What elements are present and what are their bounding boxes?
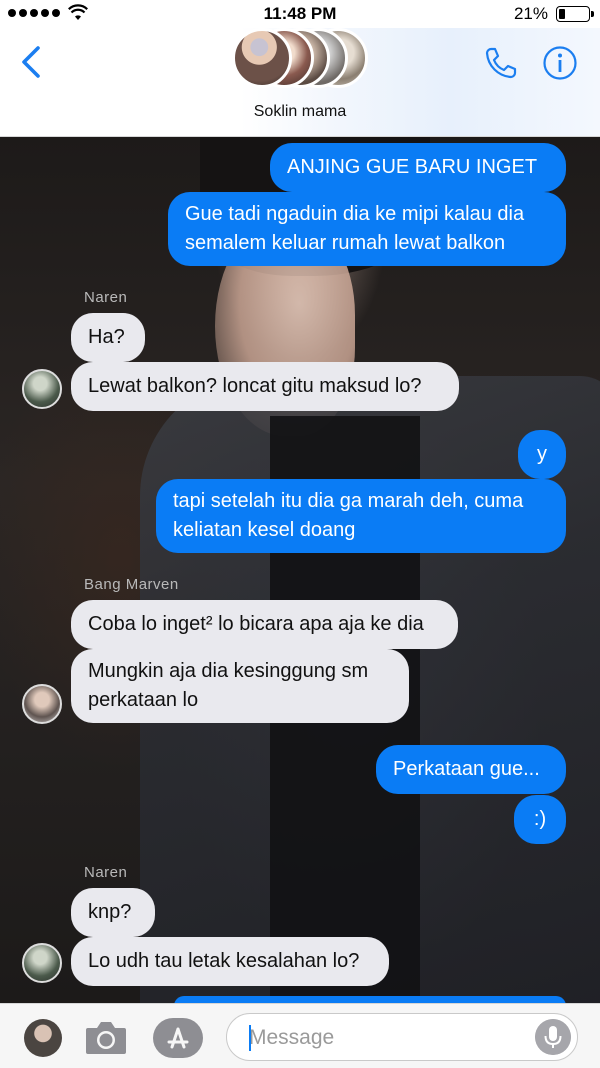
group-avatar-stack[interactable] [232, 28, 372, 92]
message-bubble-incoming[interactable]: knp? [71, 888, 155, 937]
message-text: Perkataan gue... [393, 758, 540, 780]
message-bubble-outgoing[interactable]: :) [514, 795, 566, 844]
message-text: Mungkin aja dia kesinggung sm [88, 660, 369, 682]
message-bubble-outgoing[interactable]: ANJING GUE BARU INGET [270, 143, 566, 192]
message-text: :) [533, 808, 547, 830]
battery-percent: 21% [513, 4, 548, 23]
message-text: ANJING GUE BARU INGET [287, 156, 538, 178]
memoji-avatar-button[interactable] [24, 1019, 62, 1057]
message-input-container[interactable] [226, 1013, 578, 1061]
status-bar: 11:48 PM 21% [0, 0, 600, 28]
compose-bar [0, 1003, 600, 1068]
sender-name: Naren [84, 289, 128, 306]
chevron-left-icon[interactable] [16, 44, 50, 80]
message-text: Lewat balkon? loncat gitu maksud lo? [88, 375, 422, 397]
app-store-icon[interactable] [152, 1017, 204, 1059]
message-bubble-outgoing[interactable]: y [518, 430, 566, 479]
message-text: y [537, 443, 547, 465]
message-text: Lo udh tau letak kesalahan lo? [88, 950, 360, 972]
message-input[interactable] [247, 1023, 521, 1053]
group-avatar [232, 28, 292, 88]
sender-avatar[interactable] [22, 369, 62, 409]
message-bubble-incoming[interactable]: Ha? [71, 313, 145, 362]
text-cursor [249, 1025, 251, 1051]
message-text: perkataan lo [88, 689, 199, 711]
message-bubble-outgoing[interactable]: tapi setelah itu dia ga marah deh, cuma … [156, 479, 566, 553]
camera-icon[interactable] [84, 1019, 128, 1057]
message-bubble-incoming[interactable]: Mungkin aja dia kesinggung sm perkataan … [71, 649, 409, 723]
message-text: Coba lo inget² lo bicara apa aja ke dia [88, 613, 424, 635]
sender-name: Naren [84, 864, 128, 881]
conversation-header: Soklin mama [0, 28, 600, 137]
message-bubble-incoming[interactable]: Lo udh tau letak kesalahan lo? [71, 937, 389, 986]
phone-icon[interactable] [482, 44, 520, 82]
message-text: keliatan kesel doang [173, 519, 356, 541]
battery-icon [556, 6, 594, 22]
message-text: tapi setelah itu dia ga marah deh, cuma [173, 490, 524, 512]
message-bubble-outgoing[interactable]: Gue tadi ngaduin dia ke mipi kalau dia s… [168, 192, 566, 266]
microphone-icon[interactable] [535, 1019, 571, 1055]
status-time: 11:48 PM [263, 4, 337, 23]
message-bubble-incoming[interactable]: Lewat balkon? loncat gitu maksud lo? [71, 362, 459, 411]
message-bubble-incoming[interactable]: Coba lo inget² lo bicara apa aja ke dia [71, 600, 458, 649]
message-text: Ha? [88, 326, 125, 348]
message-bubble-outgoing[interactable]: Perkataan gue... [376, 745, 566, 794]
message-text: Gue tadi ngaduin dia ke mipi kalau dia [185, 203, 525, 225]
sender-avatar[interactable] [22, 943, 62, 983]
info-icon[interactable] [542, 45, 578, 81]
message-text: knp? [88, 901, 132, 923]
message-text: semalem keluar rumah lewat balkon [185, 232, 506, 254]
sender-avatar[interactable] [22, 684, 62, 724]
contact-name[interactable]: Soklin mama [0, 103, 600, 121]
sender-name: Bang Marven [84, 576, 179, 593]
